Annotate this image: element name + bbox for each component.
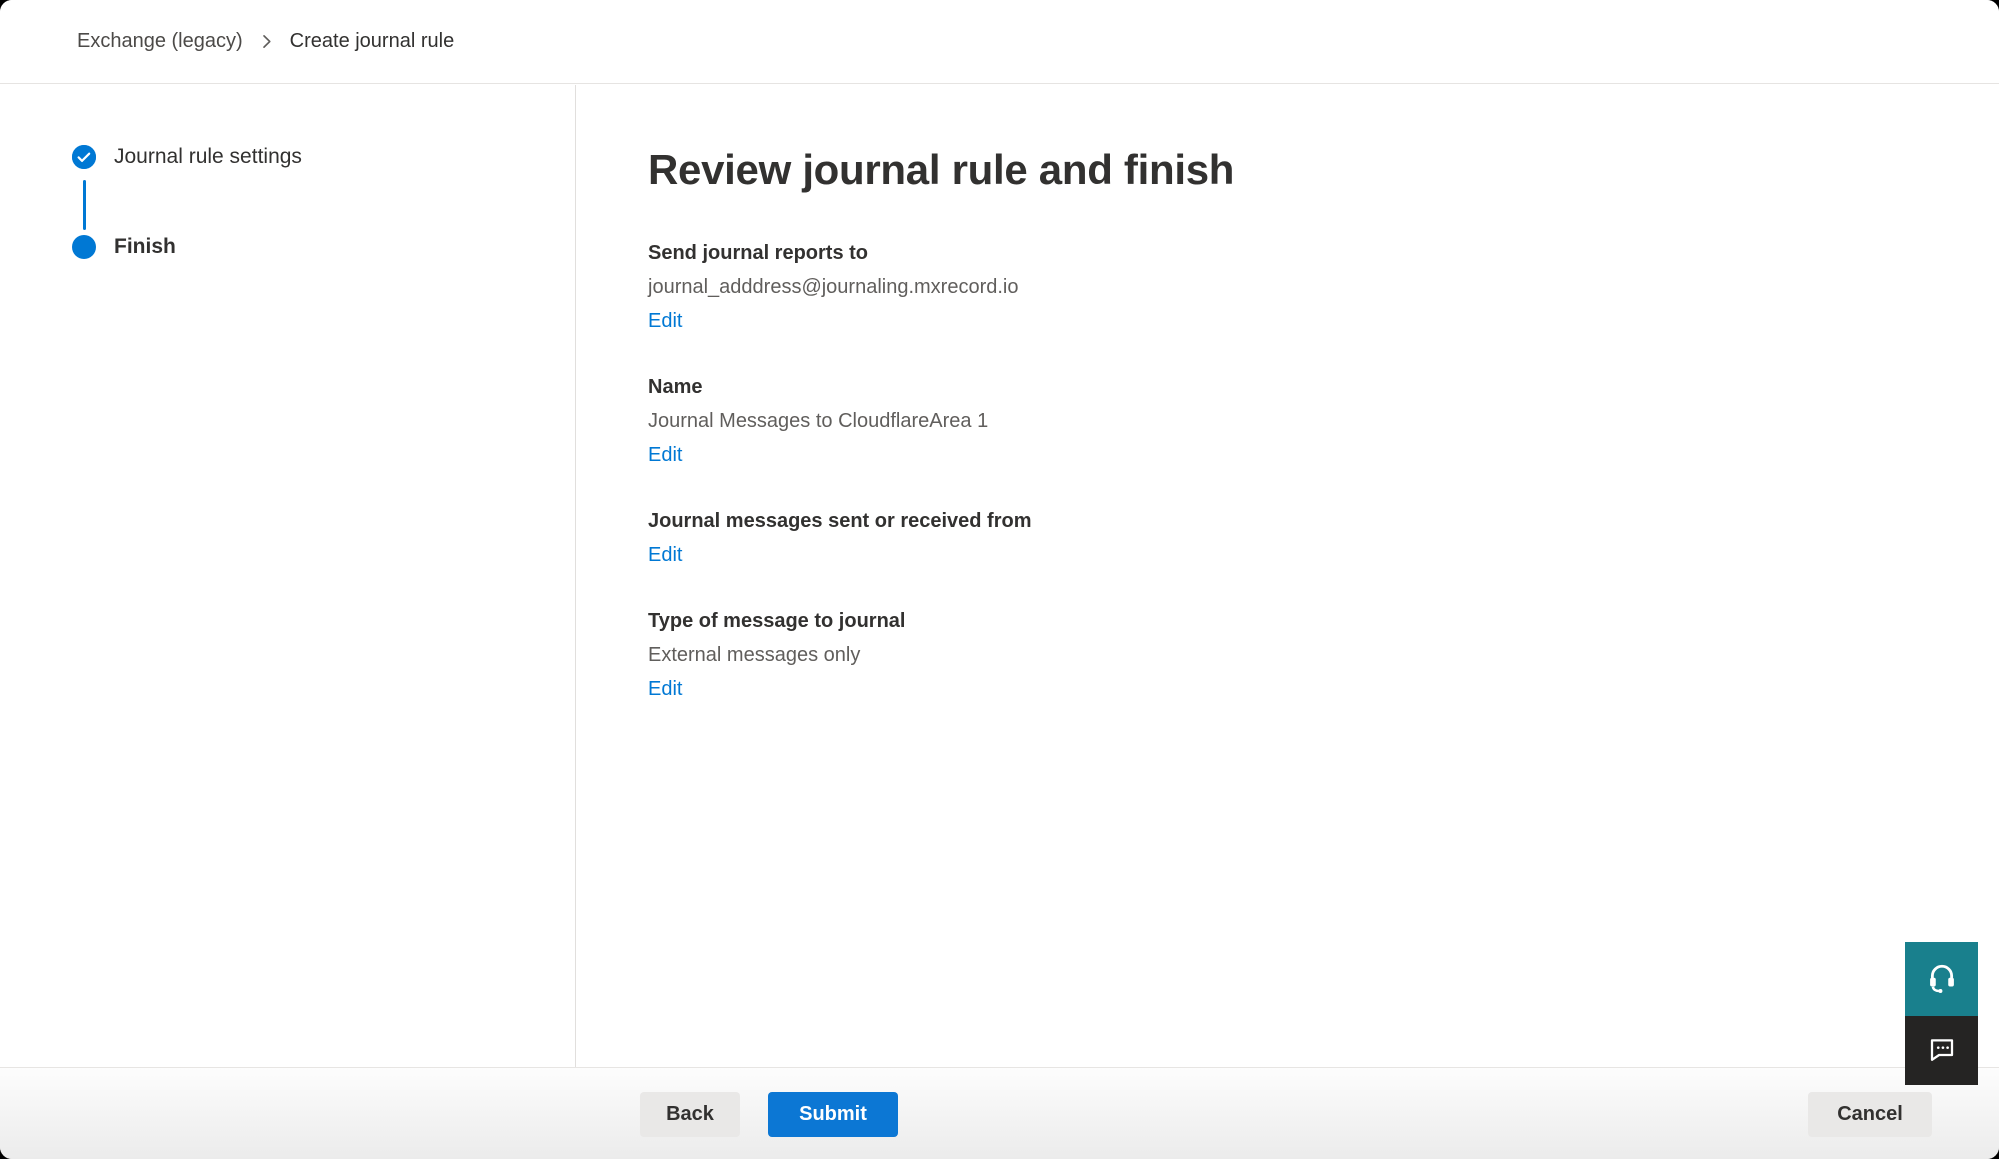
page-title: Review journal rule and finish [648, 146, 1959, 194]
breadcrumb: Exchange (legacy) Create journal rule [77, 30, 454, 53]
content-area: Journal rule settings Finish Review jour… [0, 85, 1999, 1067]
headset-icon [1925, 961, 1959, 998]
breadcrumb-exchange-legacy[interactable]: Exchange (legacy) [77, 30, 243, 53]
current-step-dot [72, 235, 96, 259]
review-section-name: Name Journal Messages to CloudflareArea … [648, 370, 1959, 472]
review-section-journal-messages-scope: Journal messages sent or received from E… [648, 504, 1959, 572]
section-value: External messages only [648, 638, 1959, 672]
step-label: Journal rule settings [114, 145, 302, 169]
help-support-button[interactable] [1905, 942, 1978, 1016]
submit-button[interactable]: Submit [768, 1092, 898, 1137]
breadcrumb-create-journal-rule: Create journal rule [290, 30, 455, 53]
app-window: Exchange (legacy) Create journal rule Jo… [0, 0, 1999, 1159]
section-value: journal_adddress@journaling.mxrecord.io [648, 270, 1959, 304]
review-pane: Review journal rule and finish Send jour… [577, 85, 1999, 1067]
review-section-message-type: Type of message to journal External mess… [648, 604, 1959, 706]
top-bar: Exchange (legacy) Create journal rule [0, 0, 1999, 84]
footer-action-bar: Back Submit Cancel [0, 1067, 1999, 1159]
edit-name-link[interactable]: Edit [648, 438, 682, 472]
section-label: Journal messages sent or received from [648, 504, 1959, 538]
back-button[interactable]: Back [640, 1092, 740, 1137]
section-value: Journal Messages to CloudflareArea 1 [648, 404, 1959, 438]
step-journal-rule-settings[interactable]: Journal rule settings [72, 145, 302, 169]
edit-message-type-link[interactable]: Edit [648, 672, 682, 706]
feedback-chat-button[interactable] [1905, 1016, 1978, 1085]
step-finish[interactable]: Finish [72, 235, 176, 259]
edit-journal-messages-link[interactable]: Edit [648, 538, 682, 572]
section-label: Send journal reports to [648, 236, 1959, 270]
edit-send-journal-reports-link[interactable]: Edit [648, 304, 682, 338]
chevron-right-icon [259, 34, 274, 49]
check-icon [72, 145, 96, 169]
step-label: Finish [114, 235, 176, 259]
step-connector-line [83, 180, 86, 230]
chat-icon [1926, 1033, 1958, 1068]
cancel-button[interactable]: Cancel [1808, 1092, 1932, 1137]
section-label: Name [648, 370, 1959, 404]
review-section-send-journal-reports-to: Send journal reports to journal_adddress… [648, 236, 1959, 338]
section-label: Type of message to journal [648, 604, 1959, 638]
wizard-steps-panel: Journal rule settings Finish [0, 85, 576, 1067]
side-button-stack [1905, 942, 1978, 1085]
